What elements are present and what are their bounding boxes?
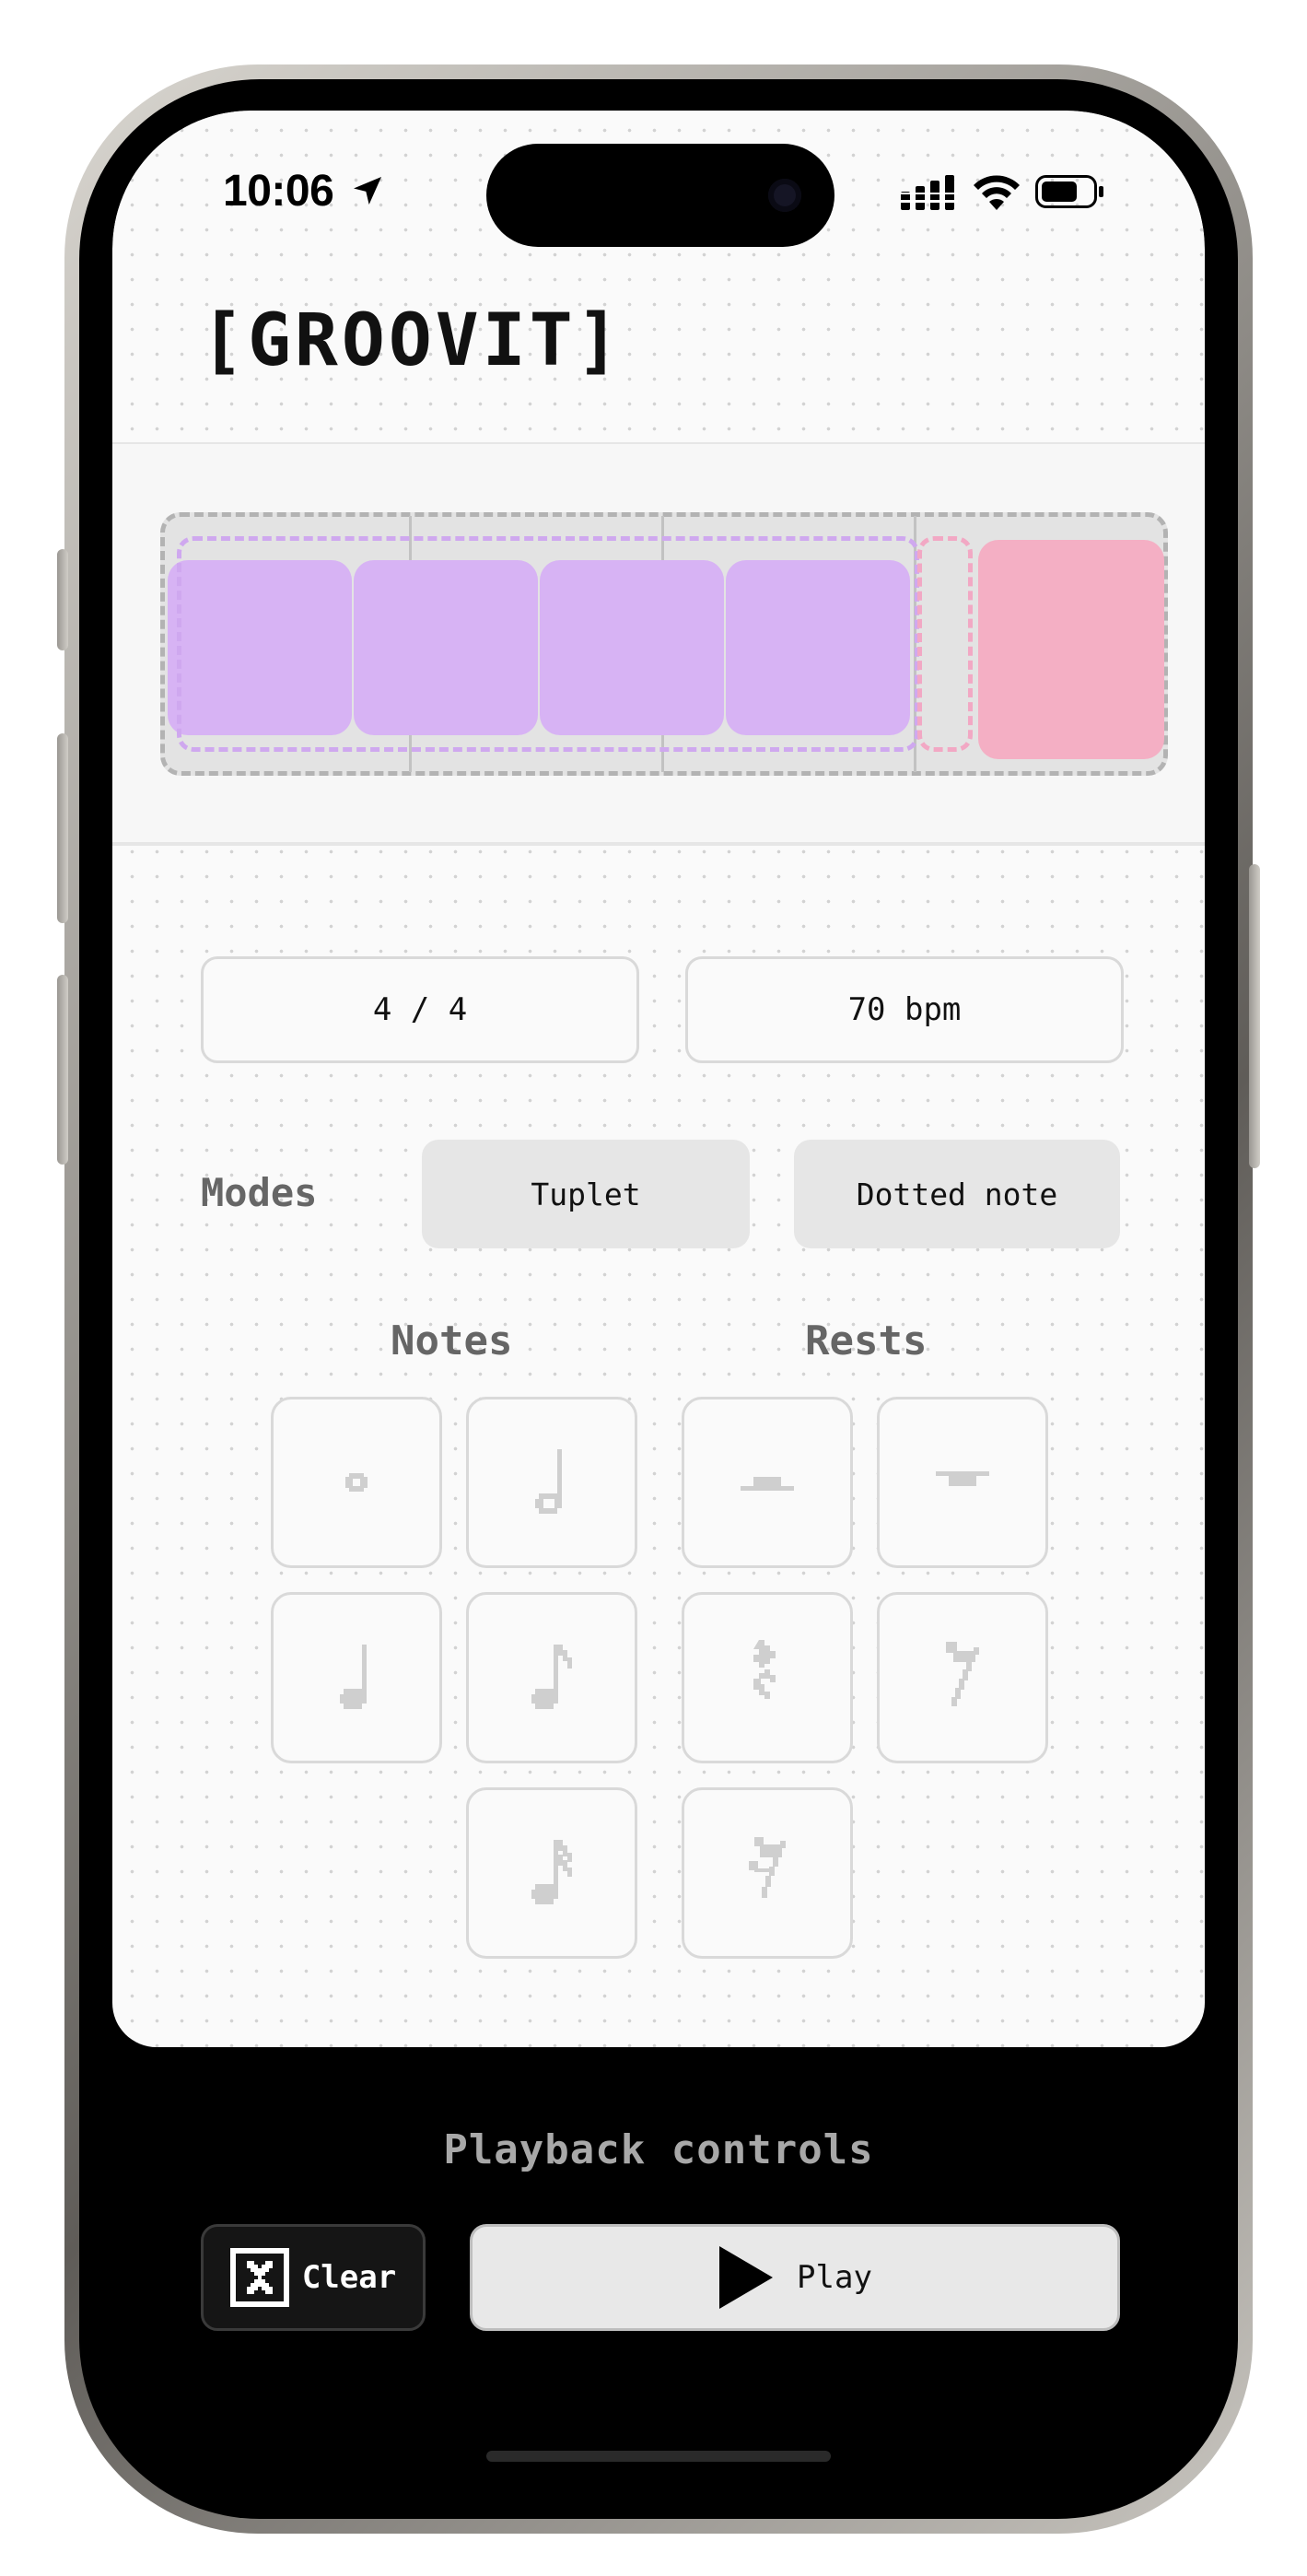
tuplet-mode-label: Tuplet <box>531 1176 641 1212</box>
divider-bottom <box>112 842 1205 846</box>
modes-label: Modes <box>201 1170 318 1215</box>
eighth-rest-icon <box>946 1642 979 1706</box>
close-icon <box>229 2248 289 2307</box>
tempo-value: 70 bpm <box>847 991 962 1028</box>
app-title: [GROOVIT] <box>201 299 624 382</box>
eighth-rest-tile[interactable] <box>877 1592 1048 1763</box>
whole-rest-tile[interactable] <box>682 1397 853 1568</box>
rest-block[interactable] <box>978 540 1164 759</box>
volume-up-button <box>57 733 68 923</box>
tuplet-mode-button[interactable]: Tuplet <box>422 1140 750 1248</box>
dynamic-island <box>486 144 834 247</box>
playback-controls-label: Playback controls <box>443 2126 874 2173</box>
rests-label: Rests <box>805 1317 928 1364</box>
sixteenth-note-tile[interactable] <box>466 1787 637 1959</box>
whole-note-tile[interactable] <box>271 1397 442 1568</box>
sixteenth-rest-tile[interactable] <box>682 1787 853 1959</box>
quarter-note-tile[interactable] <box>271 1592 442 1763</box>
power-button <box>1249 864 1260 1168</box>
app-canvas: 10:06 [GROOVIT] 4 / 4 70 bpm Modes Tuple… <box>112 111 1205 2047</box>
dotted-note-mode-label: Dotted note <box>856 1176 1058 1212</box>
half-rest-icon <box>936 1471 989 1486</box>
home-indicator <box>486 2451 831 2462</box>
half-rest-tile[interactable] <box>877 1397 1048 1568</box>
play-button[interactable]: Play <box>470 2224 1120 2331</box>
sixteenth-rest-icon <box>749 1837 786 1898</box>
action-button <box>57 549 68 650</box>
rest-group-outline <box>917 536 973 752</box>
wifi-icon <box>974 175 1020 210</box>
quarter-rest-icon <box>753 1640 776 1699</box>
time-signature-value: 4 / 4 <box>372 991 468 1028</box>
location-arrow-icon <box>354 177 382 205</box>
dotted-note-mode-button[interactable]: Dotted note <box>794 1140 1120 1248</box>
quarter-rest-tile[interactable] <box>682 1592 853 1763</box>
battery-icon <box>1035 175 1103 208</box>
time-signature-field[interactable]: 4 / 4 <box>201 956 639 1063</box>
half-note-tile[interactable] <box>466 1397 637 1568</box>
front-camera <box>768 179 801 212</box>
clear-button[interactable]: Clear <box>201 2224 426 2331</box>
sixteenth-note-icon <box>531 1840 572 1904</box>
play-label: Play <box>797 2259 872 2296</box>
status-time: 10:06 <box>223 166 386 217</box>
eighth-note-icon <box>531 1645 572 1709</box>
tuplet-group-outline <box>177 536 919 752</box>
volume-down-button <box>57 975 68 1165</box>
clear-label: Clear <box>301 2259 397 2296</box>
cellular-signal-icon <box>901 175 958 210</box>
eighth-note-tile[interactable] <box>466 1592 637 1763</box>
tempo-field[interactable]: 70 bpm <box>685 956 1124 1063</box>
play-icon <box>719 2246 774 2309</box>
whole-rest-icon <box>741 1477 794 1491</box>
half-note-icon <box>535 1449 562 1514</box>
whole-note-icon <box>345 1473 368 1492</box>
quarter-note-icon <box>340 1645 367 1709</box>
clock-text: 10:06 <box>223 167 334 216</box>
screen: 10:06 [GROOVIT] 4 / 4 70 bpm Modes Tuple… <box>112 111 1205 2493</box>
status-icons <box>901 171 1103 212</box>
notes-label: Notes <box>391 1317 513 1364</box>
